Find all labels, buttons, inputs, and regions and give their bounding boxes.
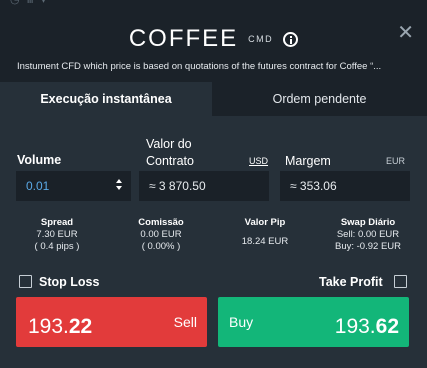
instrument-type-badge: CMD [248,34,274,44]
volume-stepper[interactable] [116,179,124,193]
order-type-tabs: Execução instantânea Ordem pendente [0,82,427,116]
buy-button[interactable]: Buy 193.62 [218,297,409,347]
pip-value-stat: Valor Pip 18.24 EUR [224,217,306,248]
commission-stat: Comissão 0.00 EUR ( 0.00% ) [120,217,202,253]
spread-stat: Spread 7.30 EUR ( 0.4 pips ) [16,217,98,253]
swap-label: Swap Diário [340,217,396,228]
swap-buy: Buy: -0.92 EUR [335,241,401,252]
tab-pending-order[interactable]: Ordem pendente [212,82,427,116]
chevron-up-icon[interactable] [116,179,122,183]
sell-button[interactable]: 193.22 Sell [16,297,207,347]
volume-input[interactable]: 0.01 [16,171,131,201]
swap-sell: Sell: 0.00 EUR [336,229,400,240]
title-row: COFFEE CMD [0,25,427,53]
tab-instant-execution[interactable]: Execução instantânea [0,82,212,116]
pip-value-amount: 18.24 EUR [241,236,289,247]
contract-value-field: ≈ 3 870.50 [139,171,269,201]
contract-value-label-line2: Contrato [146,154,194,168]
contract-value-label-line1: Valor do [146,137,192,151]
stop-loss-label[interactable]: Stop Loss [39,275,99,289]
margin-currency: EUR [386,156,406,166]
commission-label: Comissão [138,217,184,228]
spread-label: Spread [40,217,74,228]
margin-field: ≈ 353.06 [280,171,410,201]
contract-currency-link[interactable]: USD [249,156,268,166]
spread-pips: ( 0.4 pips ) [34,241,80,252]
swap-stat: Swap Diário Sell: 0.00 EUR Buy: -0.92 EU… [322,217,414,253]
commission-percent: ( 0.00% ) [141,241,181,252]
close-icon[interactable]: ✕ [397,20,414,45]
spread-value: 7.30 EUR [36,229,78,240]
take-profit-label[interactable]: Take Profit [319,275,383,289]
margin-label: Margem [285,154,331,168]
chevron-down-icon[interactable] [116,186,122,190]
volume-label: Volume [17,153,62,167]
sell-label: Sell [173,314,197,330]
info-icon[interactable] [283,31,299,47]
buy-label: Buy [229,314,254,330]
instrument-description: Instument CFD which price is based on qu… [17,61,382,72]
stop-loss-checkbox[interactable] [19,275,32,288]
commission-value: 0.00 EUR [140,229,182,240]
sell-price: 193.22 [28,315,93,338]
order-header: COFFEE CMD ✕ Instument CFD which price is… [0,6,427,78]
pip-value-label: Valor Pip [244,217,286,228]
instrument-title: COFFEE [128,25,239,52]
buy-price: 193.62 [334,315,399,338]
take-profit-checkbox[interactable] [394,275,407,288]
